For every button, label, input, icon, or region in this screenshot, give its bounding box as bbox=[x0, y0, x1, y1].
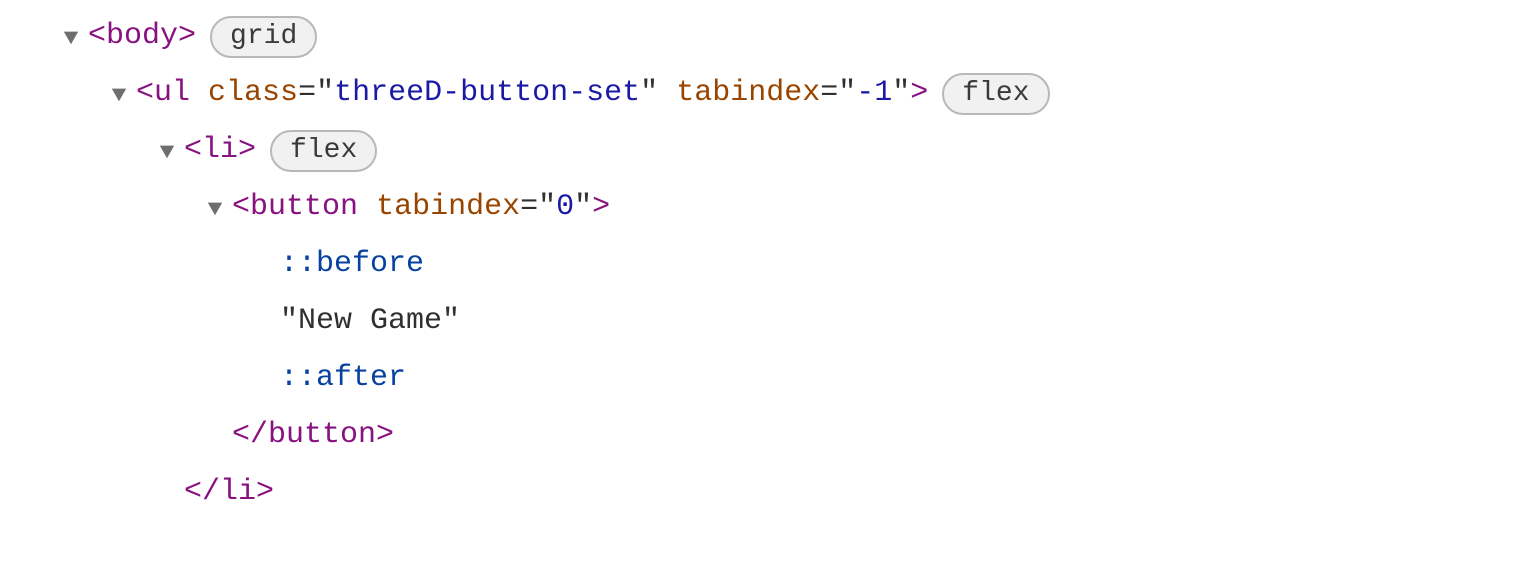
expand-arrow-icon[interactable] bbox=[56, 28, 86, 46]
tag-open: <ul class="threeD-button-set" tabindex="… bbox=[136, 65, 928, 122]
tag-name: button bbox=[250, 190, 358, 224]
expand-arrow-icon[interactable] bbox=[104, 85, 134, 103]
tag-close: </li> bbox=[184, 464, 274, 521]
pseudo-element: ::before bbox=[280, 236, 424, 293]
dom-node-pseudo-after[interactable]: ::after bbox=[0, 350, 1526, 407]
expand-arrow-icon[interactable] bbox=[152, 142, 182, 160]
dom-node-button[interactable]: <button tabindex="0"> bbox=[0, 179, 1526, 236]
expand-arrow-icon[interactable] bbox=[200, 199, 230, 217]
dom-node-li[interactable]: <li> flex bbox=[0, 122, 1526, 179]
tag-name: body bbox=[106, 19, 178, 53]
tag-open: <li> bbox=[184, 122, 256, 179]
tag-open: <body> bbox=[88, 8, 196, 65]
attr-value-tabindex: -1 bbox=[856, 76, 892, 110]
attr-value-tabindex: 0 bbox=[556, 190, 574, 224]
tag-name: button bbox=[268, 418, 376, 452]
dom-node-text[interactable]: "New Game" bbox=[0, 293, 1526, 350]
dom-node-button-close[interactable]: </button> bbox=[0, 407, 1526, 464]
tag-name: li bbox=[220, 475, 256, 509]
tag-name: ul bbox=[154, 76, 190, 110]
layout-badge-flex[interactable]: flex bbox=[942, 73, 1049, 115]
attr-value-class: threeD-button-set bbox=[334, 76, 640, 110]
dom-node-pseudo-before[interactable]: ::before bbox=[0, 236, 1526, 293]
layout-badge-flex[interactable]: flex bbox=[270, 130, 377, 172]
pseudo-element: ::after bbox=[280, 350, 406, 407]
tag-open: <button tabindex="0"> bbox=[232, 179, 610, 236]
dom-node-ul[interactable]: <ul class="threeD-button-set" tabindex="… bbox=[0, 65, 1526, 122]
attr-name-tabindex: tabindex bbox=[376, 190, 520, 224]
attr-name-class: class bbox=[208, 76, 298, 110]
tag-close: </button> bbox=[232, 407, 394, 464]
dom-tree: <body> grid <ul class="threeD-button-set… bbox=[0, 0, 1526, 521]
attr-name-tabindex: tabindex bbox=[676, 76, 820, 110]
dom-node-body[interactable]: <body> grid bbox=[0, 8, 1526, 65]
layout-badge-grid[interactable]: grid bbox=[210, 16, 317, 58]
tag-name: li bbox=[202, 133, 238, 167]
dom-node-li-close[interactable]: </li> bbox=[0, 464, 1526, 521]
text-content: "New Game" bbox=[280, 293, 460, 350]
